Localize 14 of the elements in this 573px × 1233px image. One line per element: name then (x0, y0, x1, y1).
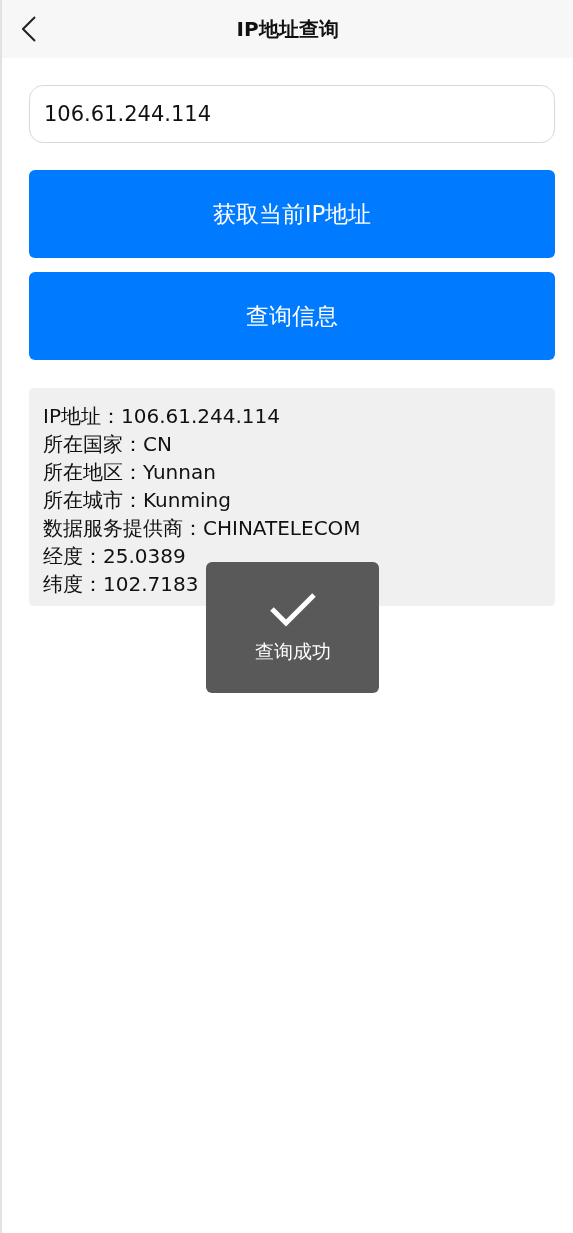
query-button[interactable]: 查询信息 (29, 272, 555, 360)
result-line: 数据服务提供商：CHINATELECOM (43, 515, 362, 542)
get-current-ip-button[interactable]: 获取当前IP地址 (29, 170, 555, 258)
back-icon (22, 16, 36, 42)
result-line: 所在城市：Kunming (43, 487, 232, 514)
result-line: IP地址：106.61.244.114 (43, 403, 281, 430)
checkmark-icon (268, 590, 317, 627)
result-line: 经度：25.0389 (43, 543, 187, 570)
toast-message: 查询成功 (254, 638, 331, 664)
result-line: 纬度：102.7183 (43, 571, 200, 598)
result-line: 所在国家：CN (43, 431, 173, 458)
page-title: IP地址查询 (236, 15, 339, 43)
ip-input-field[interactable]: 106.61.244.114 (29, 85, 555, 143)
result-line: 所在地区：Yunnan (43, 459, 217, 486)
